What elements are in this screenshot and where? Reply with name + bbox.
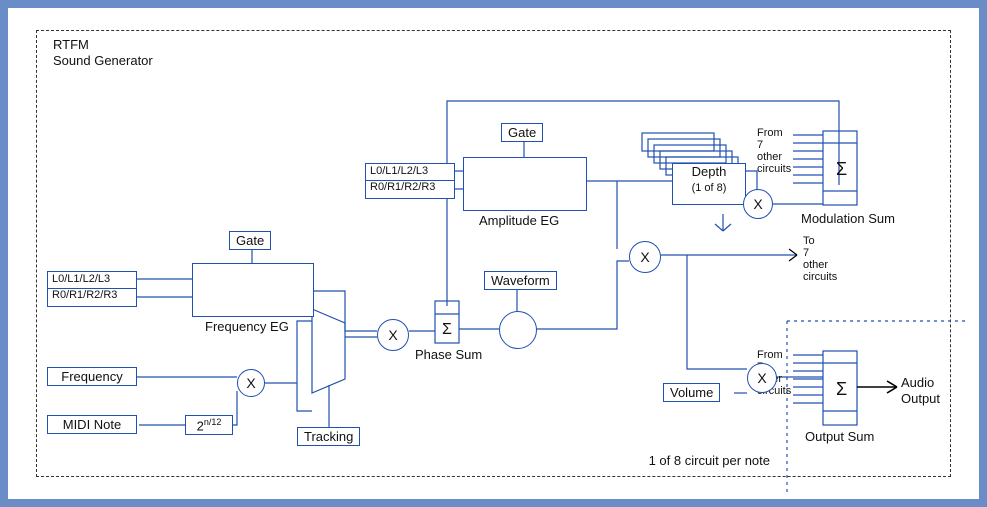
two-pow-box: 2n/12 [185,415,233,435]
dashed-board: RTFM Sound Generator 1 of 8 circuit per … [36,30,951,477]
freq-eg-box [192,263,314,317]
freq-eg-params: L0/L1/L2/L3 R0/R1/R2/R3 [47,271,137,307]
phase-sum-label: Phase Sum [415,347,482,362]
two-pow-base: 2 [197,418,204,433]
svg-text:Σ: Σ [442,321,452,338]
mod-from-b: 7 [757,139,763,151]
freq-eg-label: Frequency EG [205,319,289,334]
two-pow-exp: n/12 [204,417,222,427]
depth-box: Depth (1 of 8) [672,163,746,205]
mod-from-a: From [757,127,783,139]
out-sum-label: Output Sum [805,429,874,444]
to7d: circuits [803,271,837,283]
mult-freq-midi: X [237,369,265,397]
amp-eg-L: L0/L1/L2/L3 [370,165,428,177]
amp-eg-label: Amplitude EG [479,213,559,228]
mod-sum-label: Modulation Sum [801,211,895,226]
midi-note-box: MIDI Note [47,415,137,434]
to7a: To [803,235,815,247]
gate-box-amp: Gate [501,123,543,142]
waveform-box: Waveform [484,271,557,290]
depth-label: Depth [692,164,727,179]
audio-out1: Audio [901,375,934,390]
freq-eg-L: L0/L1/L2/L3 [52,273,110,285]
svg-text:Σ: Σ [836,159,847,179]
waveform-osc-icon [499,311,537,349]
mult-depth: X [743,189,773,219]
mod-from-c: other [757,151,782,163]
svg-text:Σ: Σ [836,379,847,399]
mult-volume: X [747,363,777,393]
to7c: other [803,259,828,271]
mult-amp: X [629,241,661,273]
amp-eg-R: R0/R1/R2/R3 [370,181,435,193]
volume-box: Volume [663,383,720,402]
tracking-box: Tracking [297,427,360,446]
frame-outer: RTFM Sound Generator 1 of 8 circuit per … [0,0,987,507]
gate-box-freq: Gate [229,231,271,250]
to7b: 7 [803,247,809,259]
amp-eg-params: L0/L1/L2/L3 R0/R1/R2/R3 [365,163,455,199]
out-from-a: From [757,349,783,361]
audio-out2: Output [901,391,940,406]
mod-from-d: circuits [757,163,791,175]
wires: Σ Σ Σ [37,31,968,494]
frequency-box: Frequency [47,367,137,386]
freq-eg-R: R0/R1/R2/R3 [52,289,117,301]
depth-sub: (1 of 8) [692,182,727,194]
amp-eg-box [463,157,587,211]
mult-phase-in: X [377,319,409,351]
